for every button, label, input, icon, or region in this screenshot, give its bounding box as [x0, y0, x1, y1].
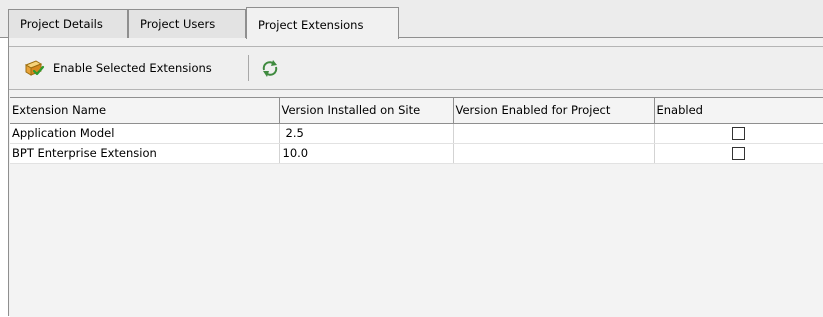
refresh-icon	[259, 58, 281, 78]
refresh-button[interactable]	[259, 53, 281, 83]
toolbar: Enable Selected Extensions	[9, 46, 823, 90]
table-header-row: Extension Name Version Installed on Site…	[10, 98, 823, 124]
extension-name-cell: BPT Enterprise Extension	[10, 143, 280, 164]
extension-enable-icon	[23, 58, 45, 78]
version-enabled-cell	[453, 143, 655, 164]
tab-project-users[interactable]: Project Users	[128, 9, 246, 38]
enabled-cell	[654, 143, 823, 164]
toolbar-separator	[248, 55, 249, 81]
column-header-version-enabled[interactable]: Version Enabled for Project	[453, 98, 655, 124]
enable-selected-extensions-label: Enable Selected Extensions	[53, 61, 212, 75]
tab-bar: Project Details Project Users Project Ex…	[0, 0, 823, 39]
version-enabled-cell	[453, 123, 655, 144]
tab-project-details[interactable]: Project Details	[8, 9, 128, 38]
column-header-extension-name[interactable]: Extension Name	[10, 98, 280, 124]
extensions-table: Extension Name Version Installed on Site…	[10, 98, 823, 164]
enable-selected-extensions-button[interactable]: Enable Selected Extensions	[23, 53, 212, 83]
enabled-checkbox[interactable]	[732, 147, 745, 160]
version-installed-cell: 2.5	[279, 123, 454, 144]
column-header-enabled[interactable]: Enabled	[654, 98, 823, 124]
table-row[interactable]: Application Model 2.5	[10, 123, 823, 144]
version-installed-cell: 10.0	[279, 143, 454, 164]
extensions-panel: Enable Selected Extensions Extension Nam…	[8, 38, 823, 317]
enabled-checkbox[interactable]	[732, 127, 745, 140]
table-row[interactable]: BPT Enterprise Extension 10.0	[10, 143, 823, 164]
enabled-cell	[654, 123, 823, 144]
tab-project-extensions[interactable]: Project Extensions	[246, 7, 399, 39]
column-header-version-installed[interactable]: Version Installed on Site	[279, 98, 454, 124]
extensions-grid: Extension Name Version Installed on Site…	[10, 97, 823, 317]
extension-name-cell: Application Model	[10, 123, 280, 144]
